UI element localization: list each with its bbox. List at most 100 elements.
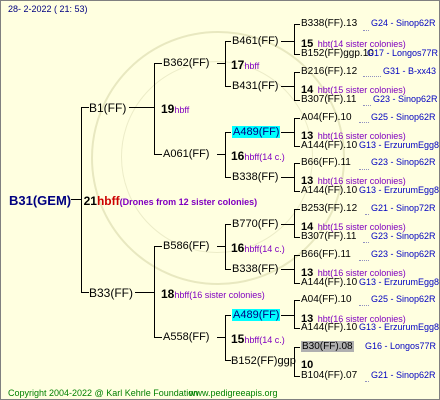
gen4-marker: G25 - Sinop62R — [371, 294, 436, 304]
gen1-hbff: hbff — [174, 105, 190, 115]
connector — [281, 224, 294, 225]
connector — [225, 269, 231, 270]
connector — [225, 315, 231, 316]
gen4-queen-name[interactable]: A144(FF).10 — [301, 141, 357, 151]
gen4-queen-name[interactable]: B66(FF).11 — [301, 250, 351, 260]
connector — [294, 163, 300, 164]
connector — [154, 246, 162, 247]
gen4-queen-name[interactable]: B253(FF).12 — [301, 204, 357, 214]
connector — [294, 283, 300, 284]
connector — [294, 300, 295, 328]
gen2-queen-name[interactable]: A558(FF) — [163, 332, 209, 343]
gen3-queen-name[interactable]: B152(FF)ggp — [231, 356, 296, 367]
connector — [294, 100, 300, 101]
connector — [225, 41, 226, 86]
gen3-queen-name[interactable]: B770(FF) — [232, 219, 278, 230]
gen4-marker: G24 - Sinop62R — [371, 18, 436, 28]
gen2-year-row: 17hbff — [231, 57, 259, 73]
dotted-leader — [363, 242, 369, 243]
site-link[interactable]: www.pedigreeapis.org — [189, 389, 278, 398]
dotted-leader — [359, 122, 369, 123]
connector — [294, 255, 300, 256]
gen1-queen-name[interactable]: B1(FF) — [89, 102, 126, 114]
connector — [225, 224, 231, 225]
dotted-leader — [365, 214, 369, 215]
gen4-marker: G17 - Longos77R — [367, 48, 439, 58]
gen2-year-row: 16hbff(14 c.) — [231, 148, 285, 164]
gen2-queen-name[interactable]: A061(FF) — [163, 149, 209, 160]
gen4-queen-name[interactable]: B30(FF).08 — [301, 341, 354, 352]
dotted-leader — [363, 30, 369, 31]
connector — [294, 209, 300, 210]
gen2-year: 15 — [231, 332, 245, 346]
connector — [225, 41, 231, 42]
gen4-queen-name[interactable]: B307(FF).11 — [301, 232, 356, 242]
gen4-queen-name[interactable]: B104(FF).07 — [301, 371, 357, 381]
gen4-marker: G21 - Sinop72R — [371, 203, 436, 213]
gen3-queen-name[interactable]: A489(FF) — [232, 309, 281, 321]
connector — [281, 315, 294, 316]
gen2-queen-name[interactable]: B362(FF) — [163, 58, 209, 69]
gen4-marker: G31 - B-xx43 — [383, 66, 437, 76]
connector — [294, 118, 295, 146]
connector — [154, 337, 162, 338]
gen4-queen-name[interactable]: A144(FF).10 — [301, 186, 357, 196]
root-note: (Drones from 12 sister colonies) — [119, 197, 258, 207]
gen3-queen-highlight[interactable]: A489(FF) — [232, 126, 281, 138]
root-queen[interactable]: B31(GEM) 21hbff(Drones from 12 sister co… — [9, 193, 257, 209]
gen4-queen-name[interactable]: B216(FF).12 — [301, 67, 357, 77]
gen1-queen-name[interactable]: B33(FF) — [89, 287, 133, 299]
gen2-year: 16 — [231, 149, 245, 163]
gen4-queen-name[interactable]: A04(FF).10 — [301, 295, 352, 305]
connector — [154, 63, 162, 64]
connector — [225, 86, 231, 87]
gen4-queen-name[interactable]: B338(FF).13 — [301, 19, 357, 29]
connector — [135, 292, 154, 293]
connector — [217, 63, 225, 64]
root-hbff: hbff — [96, 194, 120, 208]
gen2-hbff: hbff — [244, 152, 260, 162]
gen4-queen-name[interactable]: A144(FF).10 — [301, 278, 357, 288]
connector — [154, 63, 155, 155]
gen1-note: (16 sister colonies) — [189, 290, 265, 300]
gen4-queen-highlight[interactable]: B30(FF).08 — [301, 341, 354, 352]
connector — [81, 292, 89, 293]
gen3-queen-name[interactable]: A489(FF) — [232, 126, 281, 138]
gen3-queen-name[interactable]: B431(FF) — [232, 81, 278, 92]
gen3-queen-highlight[interactable]: A489(FF) — [232, 309, 281, 321]
gen2-queen-name[interactable]: B586(FF) — [163, 241, 209, 252]
gen3-queen-name[interactable]: B338(FF) — [232, 172, 278, 183]
gen2-note: (14 c.) — [259, 244, 285, 254]
gen4-queen-name[interactable]: A144(FF).10 — [301, 323, 357, 333]
dotted-leader — [359, 169, 369, 170]
gen3-queen-name[interactable]: B338(FF) — [232, 264, 278, 275]
gen4-marker: G13 - ErzurumEgg8 — [359, 277, 440, 287]
dotted-leader — [363, 105, 371, 106]
connector — [217, 337, 225, 338]
root-name[interactable]: B31(GEM) — [9, 193, 71, 208]
connector — [281, 132, 294, 133]
gen2-note: (14 c.) — [259, 335, 285, 345]
gen1-year: 18 — [161, 287, 175, 301]
gen3-queen-name[interactable]: B461(FF) — [232, 36, 278, 47]
gen4-queen-name[interactable]: B152(FF)ggp.10 — [301, 49, 374, 59]
dotted-leader — [365, 381, 369, 382]
gen4-marker: G13 - ErzurumEgg8 — [359, 140, 440, 150]
gen4-queen-name[interactable]: A04(FF).10 — [301, 113, 352, 123]
gen2-year-row: 16hbff(14 c.) — [231, 240, 285, 256]
connector — [294, 54, 300, 55]
connector — [225, 132, 226, 178]
gen2-year: 16 — [231, 241, 245, 255]
gen4-marker: G23 - Sinop62R — [371, 249, 436, 259]
gen4-queen-name[interactable]: B66(FF).11 — [301, 158, 351, 168]
root-year: 21 — [83, 194, 97, 208]
gen1-year-row: 19hbff — [161, 101, 189, 117]
connector — [294, 191, 300, 192]
connector — [294, 24, 300, 25]
gen4-marker: G23 - Sinop62R — [371, 231, 436, 241]
gen4-marker: G16 - Longos77R — [365, 341, 437, 351]
gen4-queen-name[interactable]: B307(FF).11 — [301, 95, 356, 105]
connector — [294, 328, 300, 329]
dotted-leader — [359, 305, 369, 306]
connector — [281, 269, 294, 270]
